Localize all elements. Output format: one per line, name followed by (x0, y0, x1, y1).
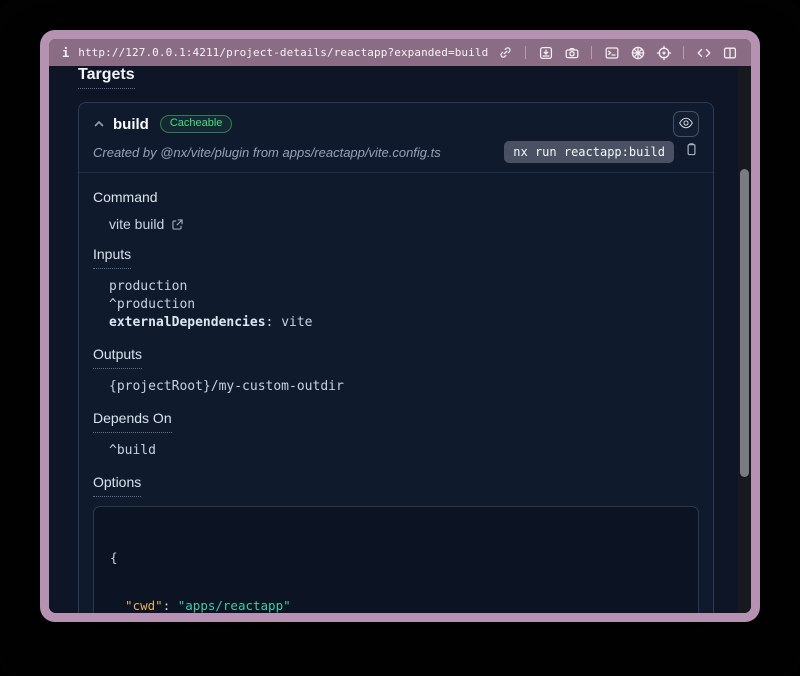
external-link-icon[interactable] (171, 218, 184, 231)
build-card-header[interactable]: build Cacheable Created by @nx/vite/plug… (79, 103, 713, 173)
scrollbar-track[interactable] (738, 66, 751, 613)
cacheable-badge: Cacheable (160, 115, 233, 133)
import-icon[interactable] (537, 44, 554, 61)
input-key: externalDependencies (109, 315, 266, 330)
run-command-chip: nx run reactapp:build (504, 141, 674, 163)
target-name: build (113, 116, 149, 133)
columns-icon[interactable] (721, 44, 738, 61)
depends-on-label[interactable]: Depends On (93, 409, 172, 433)
chevron-up-icon[interactable] (93, 118, 105, 130)
terminal-icon[interactable] (603, 44, 620, 61)
eye-icon (678, 115, 694, 134)
url-text[interactable]: http://127.0.0.1:4211/project-details/re… (78, 46, 488, 59)
page-title[interactable]: Targets (78, 66, 135, 89)
toolbar-divider (591, 46, 592, 59)
url-toolbar: i http://127.0.0.1:4211/project-details/… (49, 39, 751, 66)
build-card-body: Command vite build Inputs (79, 173, 713, 613)
input-item-external-deps: externalDependencies: vite (109, 314, 699, 332)
scrollbar-thumb[interactable] (740, 169, 749, 477)
options-label[interactable]: Options (93, 473, 141, 497)
inputs-list: production ^production externalDependenc… (109, 278, 699, 332)
link-icon[interactable] (497, 44, 514, 61)
copy-command-button[interactable] (684, 142, 699, 162)
info-icon: i (62, 46, 69, 60)
code-line-cwd: "cwd": "apps/reactapp" (125, 598, 682, 613)
section-command: Command vite build (93, 188, 699, 232)
depends-on-item: ^build (109, 442, 699, 460)
crosshair-icon[interactable] (655, 44, 672, 61)
outputs-label[interactable]: Outputs (93, 345, 142, 369)
inputs-label[interactable]: Inputs (93, 245, 131, 269)
toolbar-divider (525, 46, 526, 59)
screenshot-background: i http://127.0.0.1:4211/project-details/… (0, 0, 800, 676)
input-item: production (109, 278, 699, 296)
page-content: Targets build Cacheable (49, 66, 751, 613)
code-icon[interactable] (695, 44, 712, 61)
browser-window: i http://127.0.0.1:4211/project-details/… (40, 30, 760, 622)
section-outputs: Outputs {projectRoot}/my-custom-outdir (93, 345, 699, 396)
clipboard-icon (684, 142, 699, 162)
toolbar-divider (683, 46, 684, 59)
code-line-open: { (110, 550, 682, 566)
build-title-row: build Cacheable (93, 111, 699, 137)
section-options: Options { "cwd": "apps/reactapp" } (93, 473, 699, 613)
output-item: {projectRoot}/my-custom-outdir (109, 378, 699, 396)
section-depends-on: Depends On ^build (93, 409, 699, 460)
code-separator: : (163, 598, 178, 613)
build-meta-row: Created by @nx/vite/plugin from apps/rea… (93, 140, 699, 164)
input-item: ^production (109, 296, 699, 314)
target-card-build: build Cacheable Created by @nx/vite/plug… (78, 102, 714, 613)
input-rest: : vite (266, 315, 313, 330)
camera-icon[interactable] (563, 44, 580, 61)
command-label: Command (93, 188, 158, 207)
view-target-button[interactable] (673, 111, 699, 137)
command-value-row: vite build (109, 216, 699, 232)
outputs-list: {projectRoot}/my-custom-outdir (109, 378, 699, 396)
created-by-text: Created by @nx/vite/plugin from apps/rea… (93, 145, 441, 160)
window-inner: i http://127.0.0.1:4211/project-details/… (49, 39, 751, 613)
options-code-block: { "cwd": "apps/reactapp" } (93, 506, 699, 613)
command-value[interactable]: vite build (109, 216, 164, 232)
section-inputs: Inputs production ^production externalDe… (93, 245, 699, 332)
main-column: Targets build Cacheable (49, 66, 738, 613)
toolbar-actions (497, 44, 738, 61)
code-key: "cwd" (125, 598, 163, 613)
depends-on-list: ^build (109, 442, 699, 460)
globe-icon[interactable] (629, 44, 646, 61)
code-value: "apps/reactapp" (178, 598, 291, 613)
